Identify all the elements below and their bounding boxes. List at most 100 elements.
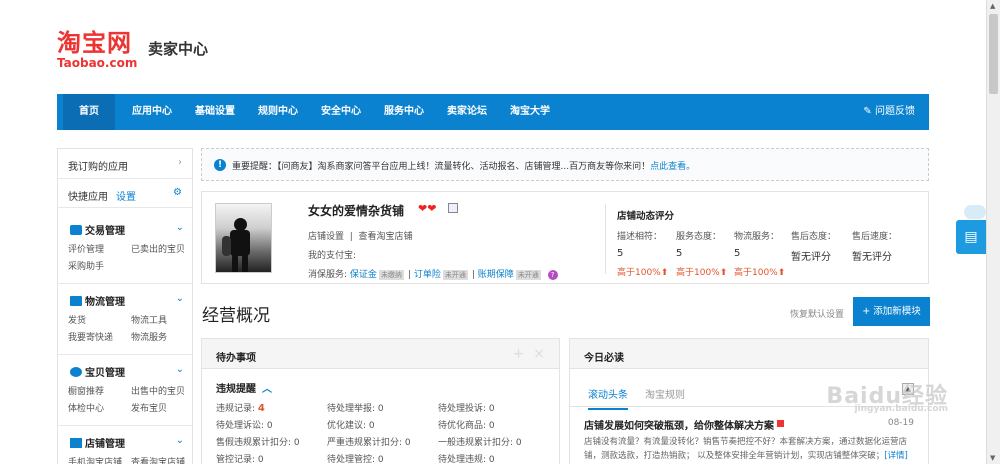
plus-icon[interactable]: +	[513, 346, 525, 362]
violation-section-title[interactable]: 违规提醒 ︿	[216, 380, 272, 395]
view-shop-link[interactable]: 查看淘宝店铺	[359, 232, 413, 242]
add-module-button[interactable]: + 添加新模块	[853, 297, 930, 326]
page-scrollbar[interactable]: ▲ ▼	[986, 0, 1000, 464]
heart-icon: ❤❤	[418, 202, 437, 215]
hot-badge-icon	[777, 420, 784, 427]
sidebar-link[interactable]: 我要寄快递	[68, 330, 113, 343]
nav-app-center[interactable]: 应用中心	[132, 94, 172, 130]
watermark-logo: Baidu经验 jingyan.baidu.com	[826, 384, 948, 414]
sidebar-my-apps-label: 我订购的应用	[68, 162, 128, 173]
sidebar-link[interactable]: 物流工具	[131, 313, 167, 326]
rating-item: 描述相符： 5 高于100%⬆	[617, 232, 669, 278]
alipay-label: 我的支付宝:	[308, 251, 357, 261]
sidebar-section-title[interactable]: 店铺管理	[70, 435, 125, 450]
sidebar-link[interactable]: 发布宝贝	[131, 401, 167, 414]
todo-item[interactable]: 待优化商品: 0	[438, 418, 495, 431]
nav-seller-forum[interactable]: 卖家论坛	[447, 94, 487, 130]
divider	[58, 425, 192, 426]
chevron-down-icon[interactable]: ⌄	[176, 222, 184, 233]
nav-rules-center[interactable]: 规则中心	[258, 94, 298, 130]
chat-icon[interactable]: ▤	[956, 220, 986, 254]
panel-header: 今日必读	[570, 339, 928, 369]
todo-item[interactable]: 待处理管控: 0	[327, 452, 384, 464]
shop-card: 女女的爱情杂货铺 ❤❤ 店铺设置 | 查看淘宝店铺 我的支付宝: 消保服务: 保…	[201, 191, 929, 284]
sidebar-link[interactable]: 物流服务	[131, 330, 167, 343]
nav-taobao-university[interactable]: 淘宝大学	[510, 94, 550, 130]
chevron-right-icon: ›	[178, 157, 182, 168]
todo-item[interactable]: 违规记录: 4	[216, 401, 265, 414]
shop-name[interactable]: 女女的爱情杂货铺	[308, 202, 404, 219]
panel-title: 待办事项	[216, 353, 256, 364]
article-desc: 店铺没有流量？有流量没转化？销售节奏把控不好？本套解决方案，通过数据化运营店铺，…	[584, 437, 908, 461]
todo-item[interactable]: 待处理投诉: 0	[438, 401, 495, 414]
chevron-down-icon[interactable]: ⌄	[176, 435, 184, 446]
scroll-up-icon[interactable]: ▲	[990, 2, 995, 10]
page-title: 卖家中心	[148, 40, 209, 58]
article-more-link[interactable]: [详情]	[884, 451, 908, 461]
rating-item: 售后速度： 暂无评分	[852, 232, 898, 263]
notice-bar: ! 重要提醒：【问商友】淘系商家问答平台应用上线！流量转化、活动报名、店铺管理.…	[201, 148, 929, 181]
divider	[58, 283, 192, 284]
restore-default-link[interactable]: 恢复默认设置	[790, 307, 844, 320]
sidebar-link[interactable]: 出售中的宝贝	[131, 384, 185, 397]
gear-icon[interactable]: ⚙	[173, 187, 182, 198]
nav-security-center[interactable]: 安全中心	[321, 94, 361, 130]
order-insurance-link[interactable]: 订单险	[414, 270, 441, 280]
sidebar-link[interactable]: 已卖出的宝贝	[131, 242, 185, 255]
status-badge: 未缴纳	[378, 270, 404, 280]
tab-taobao-rules[interactable]: 淘宝规则	[645, 386, 685, 401]
todo-item[interactable]: 待处理举报: 0	[327, 401, 384, 414]
notice-link[interactable]: 点此查看。	[650, 162, 695, 172]
article-title[interactable]: 店铺发展如何突破瓶颈，给你整体解决方案	[584, 417, 784, 432]
panel-header: 待办事项 + ×	[202, 339, 559, 369]
todo-item[interactable]: 售假违规累计扣分: 0	[216, 435, 300, 448]
chevron-up-icon[interactable]: ︿	[262, 384, 272, 395]
payment-guarantee-link[interactable]: 账期保障	[478, 270, 514, 280]
scrollbar-thumb[interactable]	[989, 14, 998, 94]
sidebar-link[interactable]: 手机淘宝店铺	[68, 455, 122, 464]
todo-item[interactable]: 优化建议: 0	[327, 418, 375, 431]
rating-item: 服务态度： 5 高于100%⬆	[676, 232, 728, 278]
deposit-link[interactable]: 保证金	[350, 270, 377, 280]
todo-item[interactable]: 一般违规累计扣分: 0	[438, 435, 522, 448]
scroll-down-icon[interactable]: ▼	[990, 454, 995, 462]
id-card-icon	[448, 203, 458, 213]
sidebar-my-apps[interactable]: 我订购的应用 ›	[58, 149, 192, 179]
sidebar-section-title[interactable]: 宝贝管理	[70, 364, 125, 379]
nav-service-center[interactable]: 服务中心	[384, 94, 424, 130]
shop-avatar[interactable]	[215, 203, 272, 273]
nav-basic-settings[interactable]: 基础设置	[195, 94, 235, 130]
todo-item[interactable]: 严重违规累计扣分: 0	[327, 435, 411, 448]
sidebar-link[interactable]: 体检中心	[68, 401, 104, 414]
feedback-label: 问题反馈	[875, 106, 915, 117]
logo-cn: 淘宝网	[57, 29, 132, 57]
tab-headlines[interactable]: 滚动头条	[588, 386, 628, 410]
sidebar: 我订购的应用 › 快捷应用 设置 ⚙ 交易管理 ⌄ 评价管理 已卖出的宝贝 采购…	[57, 148, 193, 464]
logo-en: Taobao.com	[57, 56, 138, 70]
sidebar-section-title[interactable]: 交易管理	[70, 222, 125, 237]
todo-item[interactable]: 待处理违规: 0	[438, 452, 495, 464]
sidebar-section-title[interactable]: 物流管理	[70, 293, 125, 308]
sidebar-link[interactable]: 评价管理	[68, 242, 104, 255]
guarantee-label: 消保服务:	[308, 270, 348, 280]
sidebar-link[interactable]: 查看淘宝店铺	[131, 455, 185, 464]
todo-item[interactable]: 待处理诉讼: 0	[216, 418, 273, 431]
help-icon[interactable]: ?	[547, 270, 558, 280]
sidebar-quick-apps-label: 快捷应用	[68, 192, 108, 203]
nav-home[interactable]: 首页	[63, 94, 115, 130]
chevron-down-icon[interactable]: ⌄	[176, 293, 184, 304]
todo-panel: 待办事项 + × 违规提醒 ︿ 违规记录: 4 待处理举报: 0 待处理投诉: 0…	[201, 338, 560, 464]
sidebar-settings-link[interactable]: 设置	[116, 188, 136, 203]
feedback-link[interactable]: ✎ 问题反馈	[863, 94, 915, 130]
close-icon[interactable]: ×	[533, 346, 545, 362]
taobao-logo[interactable]: 淘宝网 Taobao.com	[57, 30, 137, 69]
sidebar-link[interactable]: 橱窗推荐	[68, 384, 104, 397]
rating-item: 物流服务： 5 高于100%⬆	[734, 232, 786, 278]
sidebar-link[interactable]: 采购助手	[68, 259, 104, 272]
sidebar-link[interactable]: 发货	[68, 313, 86, 326]
cloud-icon[interactable]	[964, 205, 986, 219]
shop-settings-link[interactable]: 店铺设置	[308, 232, 344, 242]
todo-item[interactable]: 管控记录: 0	[216, 452, 264, 464]
status-badge: 未开通	[515, 270, 541, 280]
chevron-down-icon[interactable]: ⌄	[176, 364, 184, 375]
